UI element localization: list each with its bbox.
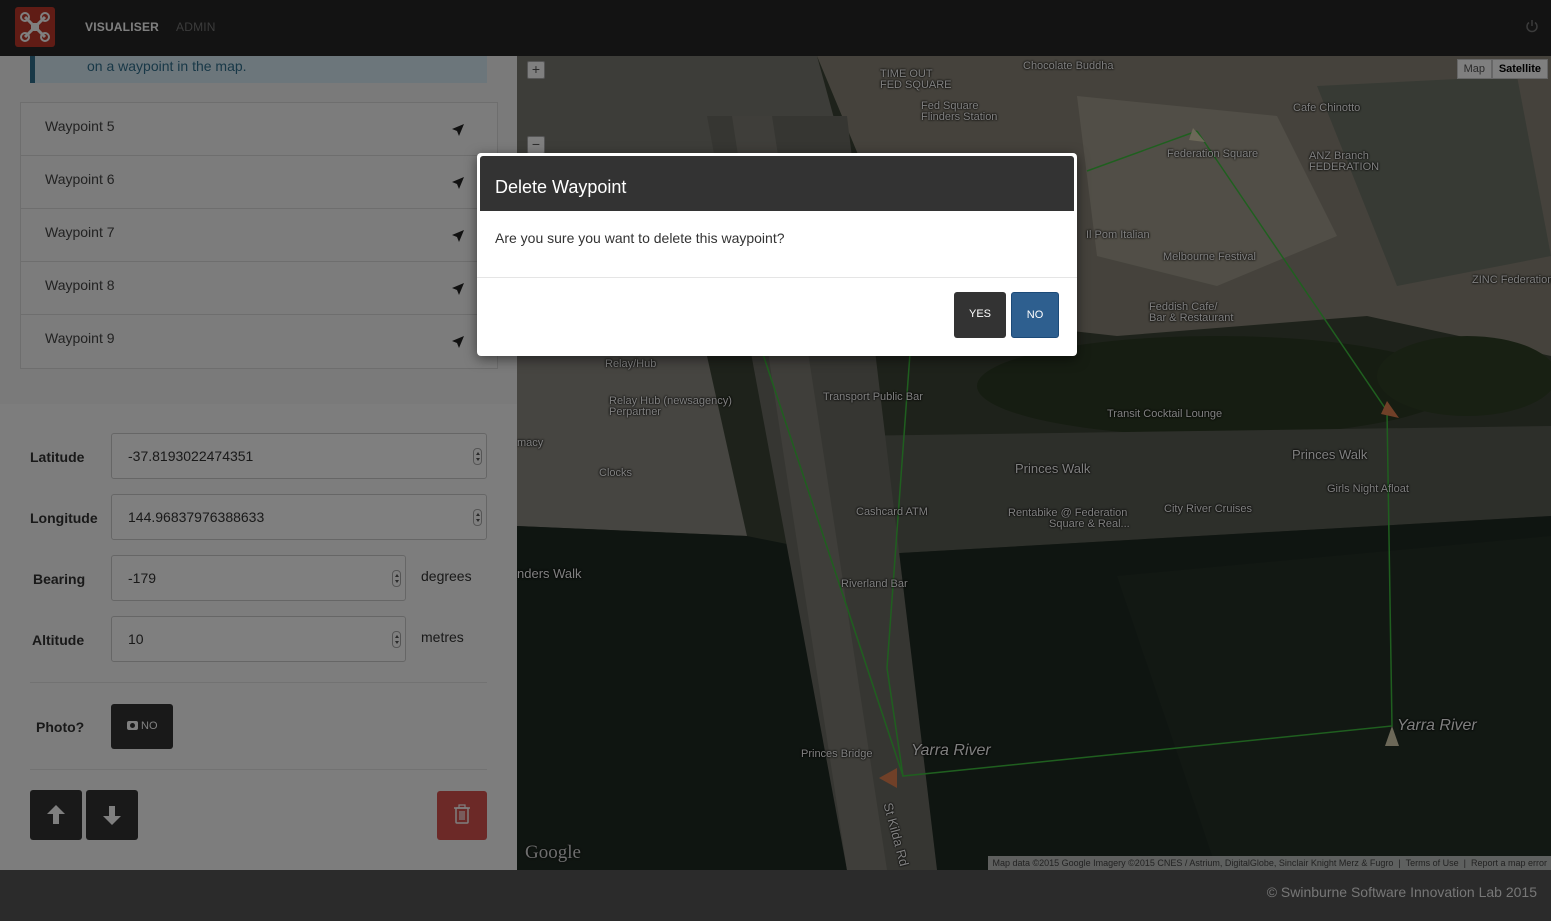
modal-backdrop[interactable] (0, 0, 1551, 870)
no-button[interactable]: NO (1011, 292, 1059, 338)
yes-button-label: YES (968, 308, 991, 320)
modal-title: Delete Waypoint (495, 177, 627, 197)
modal-header: Delete Waypoint (480, 156, 1074, 211)
modal-divider (477, 277, 1077, 278)
page-footer: © Swinburne Software Innovation Lab 2015 (0, 870, 1551, 921)
delete-waypoint-dialog: Delete Waypoint Are you sure you want to… (477, 153, 1077, 356)
no-button-label: NO (1026, 309, 1044, 321)
copyright: © Swinburne Software Innovation Lab 2015 (1266, 884, 1537, 900)
yes-button[interactable]: YES (954, 292, 1006, 338)
modal-message: Are you sure you want to delete this way… (495, 230, 785, 246)
